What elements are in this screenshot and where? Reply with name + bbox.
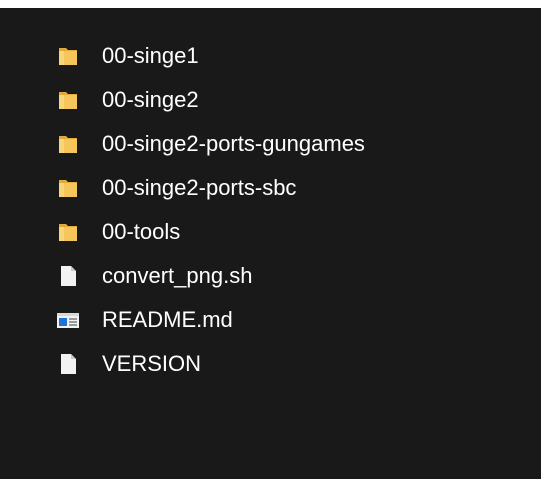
item-label: 00-singe2-ports-sbc: [102, 175, 297, 200]
folder-icon: [56, 220, 80, 244]
item-label: 00-tools: [102, 219, 181, 244]
item-label: README.md: [102, 307, 233, 332]
list-item-00-singe2-ports-gungames[interactable]: 00-singe2-ports-gungames: [56, 122, 365, 166]
file-icon: [56, 264, 80, 288]
markdown-file-icon: [56, 308, 80, 332]
item-label: 00-singe1: [102, 43, 199, 68]
item-label: VERSION: [102, 351, 202, 376]
list-item-readme-md[interactable]: README.md: [56, 298, 365, 342]
list-item-version[interactable]: VERSION: [56, 342, 365, 386]
folder-icon: [56, 132, 80, 156]
item-label: 00-singe2-ports-gungames: [102, 131, 365, 156]
list-item-convert-png-sh[interactable]: convert_png.sh: [56, 254, 365, 298]
list-item-00-tools[interactable]: 00-tools: [56, 210, 365, 254]
folder-icon: [56, 88, 80, 112]
file-explorer-pane: 00-singe1 00-singe2 00-singe2-ports-gung…: [0, 8, 541, 479]
folder-icon: [56, 176, 80, 200]
item-label: convert_png.sh: [102, 263, 253, 288]
file-list: 00-singe1 00-singe2 00-singe2-ports-gung…: [56, 34, 365, 386]
list-item-00-singe2[interactable]: 00-singe2: [56, 78, 365, 122]
file-icon: [56, 352, 80, 376]
folder-icon: [56, 44, 80, 68]
item-label: 00-singe2: [102, 87, 199, 112]
list-item-00-singe2-ports-sbc[interactable]: 00-singe2-ports-sbc: [56, 166, 365, 210]
list-item-00-singe1[interactable]: 00-singe1: [56, 34, 365, 78]
